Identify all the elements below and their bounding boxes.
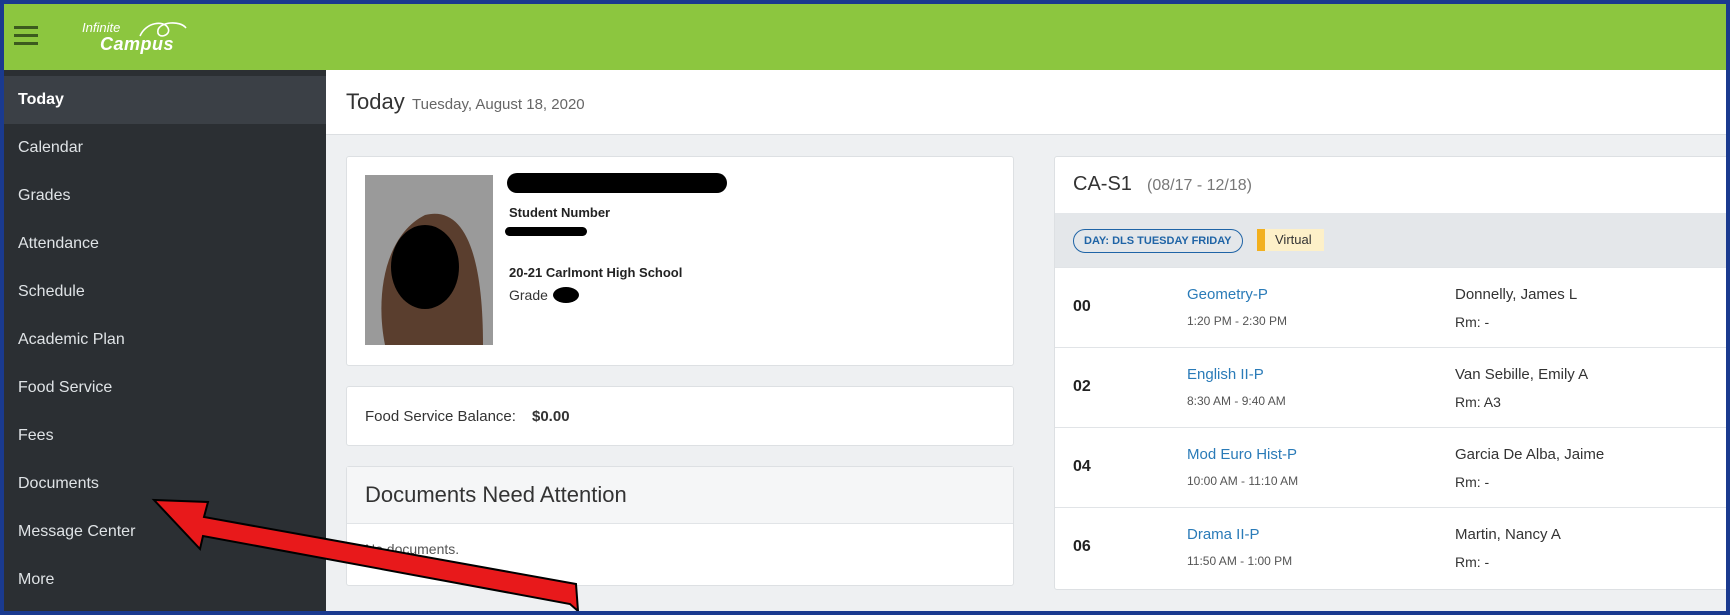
term-dates: (08/17 - 12/18) xyxy=(1147,177,1252,194)
logo-swirl-icon xyxy=(139,22,187,37)
period-number: 02 xyxy=(1073,378,1091,395)
documents-title: Documents Need Attention xyxy=(365,482,627,507)
food-service-card[interactable]: Food Service Balance: $0.00 xyxy=(346,386,1014,446)
redacted-grade xyxy=(553,287,579,303)
sidebar-item-message-center[interactable]: Message Center xyxy=(4,508,326,556)
logo-text-infinite: Infinite xyxy=(82,20,121,35)
sidebar-item-calendar[interactable]: Calendar xyxy=(4,124,326,172)
sidebar-item-more[interactable]: More xyxy=(4,556,326,604)
course-time: 8:30 AM - 9:40 AM xyxy=(1187,394,1286,408)
redacted-student-number xyxy=(505,227,587,236)
hamburger-menu-icon[interactable] xyxy=(14,21,42,51)
sidebar-item-attendance[interactable]: Attendance xyxy=(4,220,326,268)
period-number: 06 xyxy=(1073,538,1091,555)
period-number: 00 xyxy=(1073,298,1091,315)
student-photo xyxy=(365,175,493,345)
student-card: Student Number 20-21 Carlmont High Schoo… xyxy=(346,156,1014,366)
period-row: 00 Geometry-P 1:20 PM - 2:30 PM Donnelly… xyxy=(1055,267,1726,348)
student-photo-image xyxy=(365,175,493,345)
infinite-campus-logo[interactable]: Infinite Campus xyxy=(82,18,202,56)
documents-header: Documents Need Attention xyxy=(347,467,1013,524)
virtual-tag: Virtual xyxy=(1257,229,1324,251)
course-link[interactable]: Geometry-P xyxy=(1187,286,1268,303)
sidebar-item-schedule[interactable]: Schedule xyxy=(4,268,326,316)
redacted-student-name xyxy=(507,173,727,193)
main-content: Today Tuesday, August 18, 2020 Student N… xyxy=(326,70,1726,611)
course-time: 11:50 AM - 1:00 PM xyxy=(1187,554,1293,568)
room-number: Rm: - xyxy=(1455,474,1490,490)
course-link[interactable]: Mod Euro Hist-P xyxy=(1187,446,1297,463)
teacher-name: Van Sebille, Emily A xyxy=(1455,366,1589,383)
documents-card: Documents Need Attention No documents. xyxy=(346,466,1014,586)
food-service-label: Food Service Balance: xyxy=(365,408,516,425)
teacher-name: Donnelly, James L xyxy=(1455,286,1578,303)
sidebar-item-academic-plan[interactable]: Academic Plan xyxy=(4,316,326,364)
page-title: Today xyxy=(346,89,405,114)
room-number: Rm: - xyxy=(1455,314,1490,330)
food-service-balance: $0.00 xyxy=(532,408,570,425)
room-number: Rm: A3 xyxy=(1455,394,1501,410)
course-time: 10:00 AM - 11:10 AM xyxy=(1187,474,1299,488)
school-name: 20-21 Carlmont High School xyxy=(509,265,683,280)
sidebar-item-food-service[interactable]: Food Service xyxy=(4,364,326,412)
schedule-header: CA-S1 (08/17 - 12/18) xyxy=(1055,157,1726,213)
student-number-label: Student Number xyxy=(509,205,611,220)
sidebar-item-fees[interactable]: Fees xyxy=(4,412,326,460)
term-name: CA-S1 xyxy=(1073,173,1132,195)
page-header: Today Tuesday, August 18, 2020 xyxy=(326,70,1726,135)
grade-label: Grade xyxy=(509,287,548,303)
period-row: 02 English II-P 8:30 AM - 9:40 AM Van Se… xyxy=(1055,347,1726,428)
room-number: Rm: - xyxy=(1455,554,1490,570)
sidebar-item-documents[interactable]: Documents xyxy=(4,460,326,508)
top-bar: Infinite Campus xyxy=(4,4,1726,70)
day-bar: DAY: DLS TUESDAY FRIDAY Virtual xyxy=(1055,213,1726,267)
period-row: 04 Mod Euro Hist-P 10:00 AM - 11:10 AM G… xyxy=(1055,427,1726,508)
teacher-name: Garcia De Alba, Jaime xyxy=(1455,446,1605,463)
course-time: 1:20 PM - 2:30 PM xyxy=(1187,314,1288,328)
sidebar-item-today[interactable]: Today xyxy=(4,76,326,124)
app-frame: Infinite Campus Today Calendar Grades At… xyxy=(4,4,1726,611)
teacher-name: Martin, Nancy A xyxy=(1455,526,1561,543)
period-number: 04 xyxy=(1073,458,1091,475)
course-link[interactable]: Drama II-P xyxy=(1187,526,1260,543)
course-link[interactable]: English II-P xyxy=(1187,366,1264,383)
sidebar-nav: Today Calendar Grades Attendance Schedul… xyxy=(4,70,326,611)
documents-empty-text: No documents. xyxy=(365,541,460,557)
page-date: Tuesday, August 18, 2020 xyxy=(412,96,585,113)
period-row: 06 Drama II-P 11:50 AM - 1:00 PM Martin,… xyxy=(1055,507,1726,588)
sidebar-item-grades[interactable]: Grades xyxy=(4,172,326,220)
day-badge: DAY: DLS TUESDAY FRIDAY xyxy=(1073,229,1243,253)
schedule-card: CA-S1 (08/17 - 12/18) DAY: DLS TUESDAY F… xyxy=(1054,156,1726,590)
